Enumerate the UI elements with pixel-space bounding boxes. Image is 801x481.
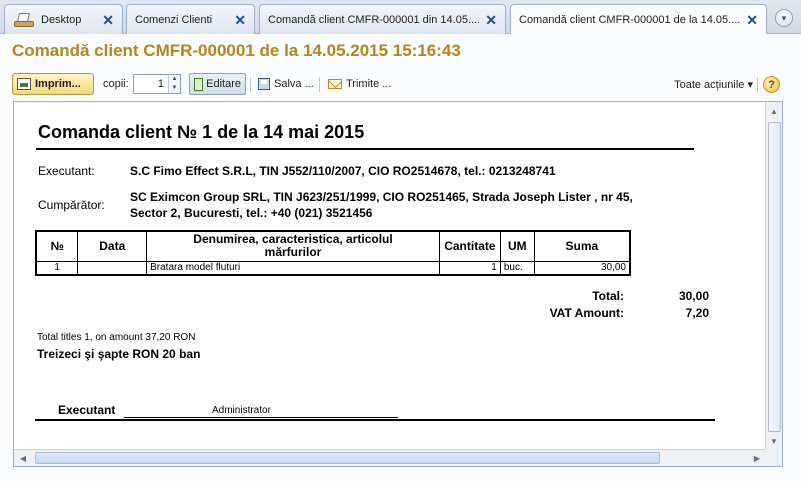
- col-date: Data: [77, 230, 148, 262]
- horizontal-scroll-thumb[interactable]: [35, 452, 660, 464]
- stepper-arrows-icon[interactable]: ▲ ▼: [168, 75, 180, 93]
- close-icon[interactable]: ✕: [485, 13, 497, 27]
- executant-value: S.C Fimo Effect S.R.L, TIN J552/110/2007…: [130, 164, 556, 178]
- buyer-value-line2: Sector 2, Bucuresti, tel.: +40 (021) 352…: [130, 206, 373, 220]
- save-icon: [258, 78, 270, 90]
- copies-stepper[interactable]: 1 ▲ ▼: [133, 74, 181, 94]
- signature-name: Administrator: [212, 405, 271, 416]
- title-divider: [36, 148, 694, 150]
- cell-name: Bratara model fluturi: [146, 260, 440, 276]
- executant-label: Executant:: [38, 164, 95, 178]
- scroll-up-icon[interactable]: ▲: [767, 104, 781, 118]
- tab-order-de-la[interactable]: Comandă client CMFR-000001 de la 14.05..…: [510, 4, 767, 35]
- col-no: №: [35, 230, 79, 262]
- toolbar-divider: [250, 77, 251, 92]
- tabs-menu-chevron-icon[interactable]: ▼: [775, 9, 793, 27]
- toolbar-divider: [757, 77, 758, 92]
- tab-bar: Desktop ✕ Comenzi Clienti ✕ Comandă clie…: [0, 0, 801, 35]
- save-button[interactable]: Salva ...: [254, 73, 318, 95]
- mail-icon: [328, 79, 342, 89]
- close-icon[interactable]: ✕: [234, 13, 246, 27]
- col-qty: Cantitate: [438, 230, 501, 262]
- edit-button[interactable]: Editare: [189, 73, 246, 95]
- desktop-icon: [13, 11, 35, 29]
- col-name: Denumirea, caracteristica, articolul măr…: [146, 230, 440, 262]
- window-title: Comandă client CMFR-000001 de la 14.05.2…: [12, 41, 461, 60]
- scroll-down-icon[interactable]: ▼: [767, 434, 781, 448]
- copies-value[interactable]: 1: [134, 78, 168, 90]
- cell-sum: 30,00: [533, 260, 631, 276]
- total-label: Total:: [592, 289, 624, 303]
- document-title: Comanda client № 1 de la 14 mai 2015: [38, 122, 365, 142]
- buyer-value-line1: SC Eximcon Group SRL, TIN J623/251/1999,…: [130, 190, 633, 204]
- vat-label: VAT Amount:: [549, 306, 624, 320]
- tab-order-din[interactable]: Comandă client CMFR-000001 din 14.05....…: [259, 4, 506, 34]
- copies-label: copii:: [103, 78, 129, 90]
- print-button[interactable]: Imprim...: [12, 73, 94, 95]
- total-value: 30,00: [678, 289, 709, 303]
- tab-label: Comenzi Clienti: [135, 13, 213, 26]
- help-icon[interactable]: ?: [763, 76, 780, 93]
- print-icon: [17, 78, 31, 90]
- tab-label: Comandă client CMFR-000001 din 14.05....: [268, 13, 480, 26]
- cell-no: 1: [35, 260, 79, 276]
- cell-qty: 1: [438, 260, 501, 276]
- horizontal-scrollbar[interactable]: ◀ ▶: [14, 449, 766, 466]
- vertical-scroll-thumb[interactable]: [768, 122, 781, 432]
- tab-label: Comandă client CMFR-000001 de la 14.05..…: [519, 14, 741, 26]
- col-um: UM: [499, 230, 535, 262]
- tab-label: Desktop: [41, 13, 82, 26]
- signature-line: [124, 417, 398, 418]
- print-preview[interactable]: Comanda client № 1 de la 14 mai 2015 Exe…: [13, 101, 783, 467]
- vat-value: 7,20: [685, 306, 709, 320]
- table-header-row: № Data Denumirea, caracteristica, artico…: [35, 230, 631, 262]
- summary-line: Total titles 1, on amount 37,20 RON: [37, 332, 196, 343]
- edit-label: Editare: [206, 78, 241, 90]
- footer-divider: [35, 419, 715, 421]
- scroll-right-icon[interactable]: ▶: [750, 451, 764, 465]
- scroll-corner: [765, 449, 782, 466]
- vertical-scrollbar[interactable]: ▲ ▼: [765, 102, 782, 450]
- amount-in-words: Treizeci şi şapte RON 20 ban: [37, 347, 201, 361]
- scroll-left-icon[interactable]: ◀: [16, 451, 30, 465]
- close-icon[interactable]: ✕: [746, 13, 758, 27]
- cell-date: [77, 260, 148, 276]
- table-row: 1 Bratara model fluturi 1 buc. 30,00: [35, 260, 631, 276]
- cell-um: buc.: [499, 260, 535, 276]
- print-label: Imprim...: [35, 78, 81, 90]
- tab-desktop[interactable]: Desktop ✕: [4, 4, 123, 34]
- buyer-label: Cumpărător:: [38, 198, 105, 212]
- toolbar-divider: [319, 77, 320, 92]
- send-button[interactable]: Trimite ...: [324, 73, 395, 95]
- tab-comenzi-clienti[interactable]: Comenzi Clienti ✕: [126, 4, 255, 34]
- close-icon[interactable]: ✕: [102, 13, 114, 27]
- edit-icon: [194, 77, 204, 91]
- toolbar: Imprim... copii: 1 ▲ ▼ Editare Salva ... …: [0, 71, 801, 97]
- all-actions-menu[interactable]: Toate acțiunile ▾: [674, 78, 753, 91]
- col-sum: Suma: [533, 230, 631, 262]
- save-label: Salva ...: [274, 78, 314, 90]
- col-name-line2: mărfurilor: [264, 245, 322, 260]
- items-table: № Data Denumirea, caracteristica, artico…: [35, 230, 631, 276]
- send-label: Trimite ...: [346, 78, 392, 90]
- order-window: Comandă client CMFR-000001 de la 14.05.2…: [0, 34, 801, 481]
- signature-label: Executant: [58, 403, 116, 417]
